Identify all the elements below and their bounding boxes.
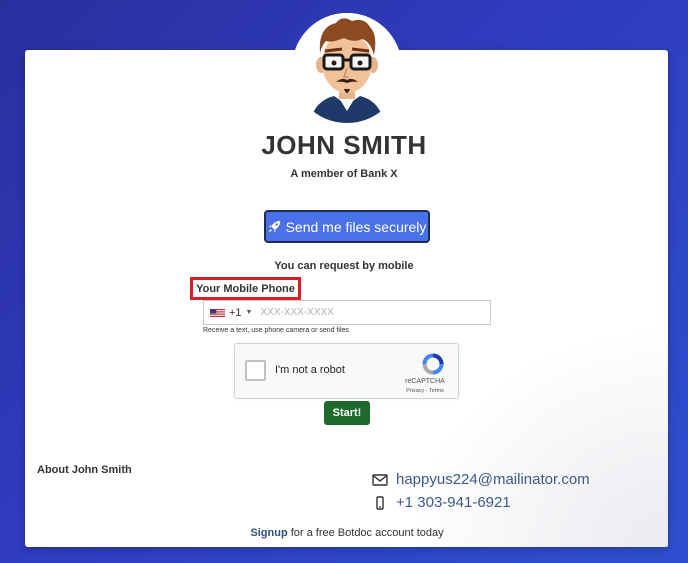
signup-link[interactable]: Signup xyxy=(250,527,287,539)
avatar-cartoon-icon xyxy=(292,13,402,123)
footer-text: for a free Botdoc account today xyxy=(287,527,444,539)
recaptcha-label: I'm not a robot xyxy=(275,364,345,376)
contact-email-row: happyus224@mailinator.com xyxy=(372,471,590,488)
country-code: +1 xyxy=(229,306,242,319)
avatar xyxy=(292,13,402,123)
recaptcha-brand: reCAPTCHA xyxy=(405,378,445,385)
about-heading: About John Smith xyxy=(37,464,132,476)
contact-phone-link[interactable]: +1 303-941-6921 xyxy=(396,494,511,511)
send-files-label: Send me files securely xyxy=(285,218,427,235)
recaptcha-privacy-link[interactable]: Privacy xyxy=(406,388,424,394)
rocket-icon xyxy=(268,220,280,233)
request-by-mobile-text: You can request by mobile xyxy=(274,260,414,272)
chevron-down-icon: ▼ xyxy=(245,309,253,316)
recaptcha-terms-link[interactable]: Terms xyxy=(429,388,444,394)
recaptcha-logo-icon xyxy=(422,353,444,375)
phone-input-group: +1 ▼ xyxy=(203,300,491,325)
profile-name: JOHN SMITH xyxy=(261,130,427,160)
recaptcha-links: Privacy - Terms xyxy=(400,388,450,394)
start-button[interactable]: Start! xyxy=(324,401,370,425)
mobile-phone-input[interactable] xyxy=(258,301,490,324)
send-files-button[interactable]: Send me files securely xyxy=(264,210,430,243)
profile-subtitle: A member of Bank X xyxy=(290,168,398,180)
contact-phone-row: +1 303-941-6921 xyxy=(372,494,511,511)
mobile-phone-label-text: Your Mobile Phone xyxy=(196,282,295,295)
footer-signup: Signup for a free Botdoc account today xyxy=(0,527,688,539)
recaptcha-widget: I'm not a robot reCAPTCHA Privacy - Term… xyxy=(234,343,459,399)
recaptcha-checkbox[interactable] xyxy=(245,360,266,381)
country-code-select[interactable]: +1 ▼ xyxy=(204,301,258,324)
phone-hint-text: Receive a text, use phone camera or send… xyxy=(203,327,349,334)
contact-email-link[interactable]: happyus224@mailinator.com xyxy=(396,471,590,488)
mobile-phone-icon xyxy=(376,495,384,510)
us-flag-icon xyxy=(210,308,225,317)
envelope-icon xyxy=(372,473,388,486)
mobile-phone-label: Your Mobile Phone xyxy=(190,277,301,300)
